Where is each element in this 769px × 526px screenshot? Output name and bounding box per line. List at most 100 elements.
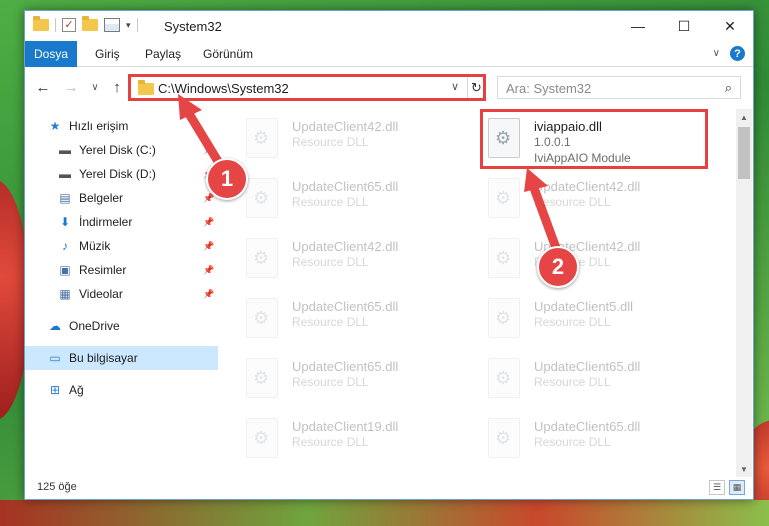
sidebar-item-drive-c[interactable]: ▬ Yerel Disk (C:) 📌 <box>25 138 218 162</box>
sidebar-item-network[interactable]: ⊞ Ağ <box>25 378 218 402</box>
list-item[interactable]: UpdateClient65.dll Resource DLL <box>238 293 468 345</box>
dll-file-icon <box>246 118 278 158</box>
star-icon: ★ <box>49 119 61 133</box>
computer-icon: ▭ <box>49 351 61 365</box>
explorer-window: ✓ ▾ System32 — ☐ ✕ Dosya Giriş Paylaş Gö… <box>24 10 754 500</box>
file-type: Resource DLL <box>292 255 369 269</box>
title-bar: ✓ ▾ System32 — ☐ ✕ <box>25 11 753 41</box>
sidebar-item-label: İndirmeler <box>79 215 133 229</box>
file-type: Resource DLL <box>292 375 369 389</box>
step-badge-1: 1 <box>206 158 248 200</box>
ribbon: Dosya Giriş Paylaş Görünüm ∨ ? <box>25 41 753 67</box>
item-count: 125 öğe <box>37 481 77 493</box>
help-icon[interactable]: ? <box>730 46 745 61</box>
drive-icon: ▬ <box>59 167 71 181</box>
list-item[interactable]: UpdateClient42.dll Resource DLL <box>238 113 468 165</box>
step-badge-2: 2 <box>537 246 579 288</box>
pin-icon[interactable]: 📌 <box>203 217 214 228</box>
drive-icon: ▬ <box>59 143 71 157</box>
search-placeholder[interactable]: Ara: System32 <box>506 81 591 96</box>
tab-view[interactable]: Görünüm <box>203 41 253 67</box>
file-type: Resource DLL <box>292 435 369 449</box>
sidebar-item-label: Yerel Disk (C:) <box>79 143 156 157</box>
pin-icon[interactable]: 📌 <box>203 241 214 252</box>
tab-share[interactable]: Paylaş <box>145 41 181 67</box>
large-icons-view-icon[interactable]: ▦ <box>729 480 745 495</box>
sidebar-item-label: Müzik <box>79 239 111 253</box>
file-type: Resource DLL <box>534 195 611 209</box>
details-view-icon[interactable]: ☰ <box>709 480 725 495</box>
navigation-bar: ← → ∨ ↑ C:\Windows\System32 ∨ ↻ Ara: Sys… <box>25 73 753 101</box>
list-item[interactable]: UpdateClient65.dll Resource DLL <box>238 353 468 405</box>
file-type: Resource DLL <box>534 315 611 329</box>
tab-file[interactable]: Dosya <box>25 41 77 67</box>
scroll-up-icon[interactable]: ▲ <box>736 109 752 125</box>
file-list: UpdateClient42.dll Resource DLL UpdateCl… <box>218 109 738 469</box>
search-icon[interactable]: ⌕ <box>725 80 732 96</box>
file-type: Resource DLL <box>292 315 369 329</box>
sidebar-item-label: Resimler <box>79 263 127 277</box>
list-item[interactable]: UpdateClient5.dll Resource DLL <box>480 293 710 345</box>
pin-icon[interactable]: 📌 <box>203 289 214 300</box>
maximize-button[interactable]: ☐ <box>661 11 707 41</box>
sidebar-item-drive-d[interactable]: ▬ Yerel Disk (D:) 📌 <box>25 162 218 186</box>
file-highlight-box <box>480 109 708 169</box>
dll-file-icon <box>488 418 520 458</box>
view-toggle: ☰ ▦ <box>709 480 745 495</box>
window-title: System32 <box>164 19 222 34</box>
file-name: UpdateClient5.dll <box>534 299 634 314</box>
pin-icon[interactable]: 📌 <box>203 265 214 276</box>
list-item[interactable]: UpdateClient42.dll Resource DLL <box>480 173 710 225</box>
expand-ribbon-icon[interactable]: ∨ <box>713 48 720 59</box>
back-button[interactable]: ← <box>33 77 53 97</box>
properties-check-icon[interactable]: ✓ <box>62 18 76 32</box>
file-name: UpdateClient65.dll <box>534 419 641 434</box>
minimize-button[interactable]: — <box>615 11 661 41</box>
sidebar-item-videos[interactable]: ▦ Videolar 📌 <box>25 282 218 306</box>
sidebar-item-this-pc[interactable]: ▭ Bu bilgisayar <box>25 346 218 370</box>
list-item[interactable]: UpdateClient65.dll Resource DLL <box>480 353 710 405</box>
cloud-icon: ☁ <box>49 319 61 333</box>
customize-dropdown-icon[interactable]: ▾ <box>126 20 131 31</box>
sidebar-item-quick-access[interactable]: ★ Hızlı erişim <box>25 114 218 138</box>
file-name: UpdateClient19.dll <box>292 419 399 434</box>
file-name: UpdateClient65.dll <box>292 179 399 194</box>
toolbar-divider <box>136 18 138 32</box>
list-item[interactable]: UpdateClient19.dll Resource DLL <box>238 413 468 465</box>
list-item[interactable]: UpdateClient42.dll Resource DLL <box>480 233 710 285</box>
tab-home[interactable]: Giriş <box>95 41 120 67</box>
forward-button[interactable]: → <box>61 77 81 97</box>
dll-file-icon <box>488 298 520 338</box>
sidebar-item-label: Belgeler <box>79 191 124 205</box>
vertical-scrollbar[interactable]: ▲ ▼ <box>736 109 752 477</box>
list-item[interactable]: UpdateClient65.dll Resource DLL <box>480 413 710 465</box>
sidebar-item-onedrive[interactable]: ☁ OneDrive <box>25 314 218 338</box>
new-folder-icon[interactable] <box>82 16 98 31</box>
up-button[interactable]: ↑ <box>107 77 127 97</box>
scroll-down-icon[interactable]: ▼ <box>736 461 752 477</box>
toolbar-divider <box>55 18 56 32</box>
list-item[interactable]: UpdateClient65.dll Resource DLL <box>238 173 468 225</box>
sidebar-item-label: Hızlı erişim <box>69 119 129 133</box>
window-controls: — ☐ ✕ <box>615 11 753 41</box>
pictures-icon: ▣ <box>59 263 71 277</box>
sidebar-item-documents[interactable]: ▤ Belgeler 📌 <box>25 186 218 210</box>
scroll-thumb[interactable] <box>738 127 750 179</box>
file-type: Resource DLL <box>534 435 611 449</box>
search-box[interactable]: Ara: System32 ⌕ <box>497 76 741 99</box>
properties-icon[interactable] <box>104 18 120 32</box>
recent-locations-icon[interactable]: ∨ <box>85 77 105 97</box>
desktop-strip <box>0 500 769 526</box>
folder-icon[interactable] <box>33 16 49 31</box>
sidebar-item-downloads[interactable]: ⬇ İndirmeler 📌 <box>25 210 218 234</box>
sidebar-item-pictures[interactable]: ▣ Resimler 📌 <box>25 258 218 282</box>
address-highlight-box <box>128 74 486 101</box>
network-icon: ⊞ <box>49 383 61 397</box>
pin-icon[interactable]: 📌 <box>203 145 214 156</box>
sidebar-item-music[interactable]: ♪ Müzik 📌 <box>25 234 218 258</box>
file-name: UpdateClient42.dll <box>534 179 641 194</box>
sidebar-item-label: OneDrive <box>69 319 120 333</box>
close-button[interactable]: ✕ <box>707 11 753 41</box>
file-name: UpdateClient42.dll <box>292 119 399 134</box>
list-item[interactable]: UpdateClient42.dll Resource DLL <box>238 233 468 285</box>
